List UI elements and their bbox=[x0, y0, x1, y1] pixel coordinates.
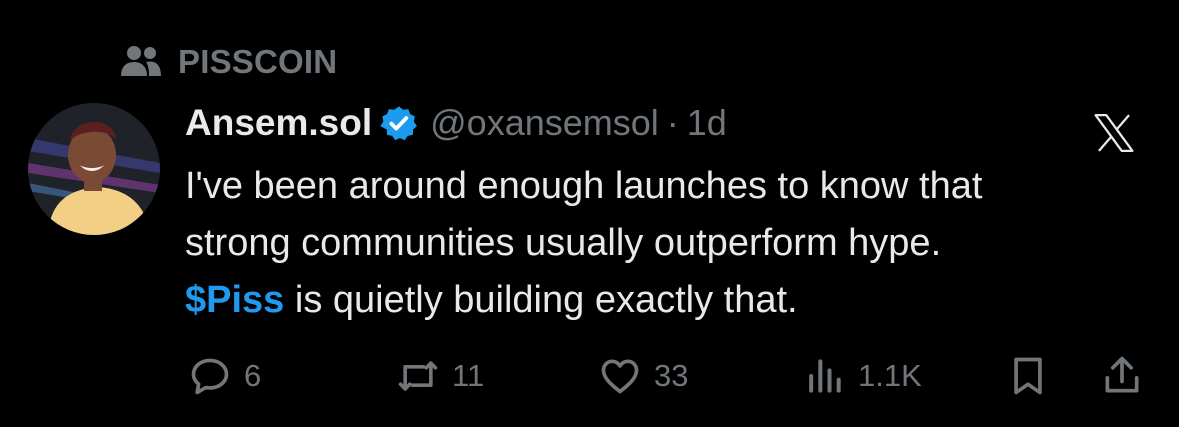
action-bar: 6 11 33 1.1K bbox=[0, 350, 1179, 402]
community-icon bbox=[118, 42, 164, 82]
bookmark-icon bbox=[1014, 357, 1042, 395]
views-count: 1.1K bbox=[858, 358, 922, 393]
share-button[interactable] bbox=[1100, 350, 1144, 402]
like-count: 33 bbox=[654, 358, 689, 393]
repost-button[interactable]: 11 bbox=[396, 350, 484, 402]
repost-icon bbox=[398, 361, 438, 391]
views-icon bbox=[809, 359, 841, 393]
avatar[interactable] bbox=[28, 103, 160, 235]
community-label[interactable]: PISSCOIN bbox=[118, 40, 337, 84]
separator-dot: · bbox=[666, 102, 679, 143]
display-name[interactable]: Ansem.sol bbox=[185, 102, 372, 144]
share-icon bbox=[1105, 356, 1139, 393]
tweet-line: I've been around enough launches to know… bbox=[185, 165, 983, 207]
reply-icon bbox=[191, 358, 229, 395]
tweet-line-rest: is quietly building exactly that. bbox=[284, 279, 798, 321]
reply-button[interactable]: 6 bbox=[188, 350, 261, 402]
repost-count: 11 bbox=[452, 358, 485, 393]
x-logo-icon bbox=[1092, 112, 1136, 154]
tweet-line: strong communities usually outperform hy… bbox=[185, 222, 942, 264]
timestamp[interactable]: 1d bbox=[687, 102, 727, 144]
tweet-header: Ansem.sol @oxansemsol · 1d bbox=[185, 100, 727, 146]
like-icon bbox=[601, 359, 639, 394]
community-name: PISSCOIN bbox=[178, 43, 338, 80]
verified-badge-icon[interactable] bbox=[380, 104, 418, 142]
tweet-text: I've been around enough launches to know… bbox=[185, 158, 1165, 329]
views-button[interactable]: 1.1K bbox=[802, 350, 922, 402]
author-handle[interactable]: @oxansemsol bbox=[430, 102, 659, 144]
reply-count: 6 bbox=[244, 358, 262, 393]
bookmark-button[interactable] bbox=[1006, 350, 1050, 402]
cashtag-link[interactable]: $Piss bbox=[185, 279, 284, 321]
tweet-line: $Piss is quietly building exactly that. bbox=[185, 272, 1165, 329]
like-button[interactable]: 33 bbox=[598, 350, 688, 402]
